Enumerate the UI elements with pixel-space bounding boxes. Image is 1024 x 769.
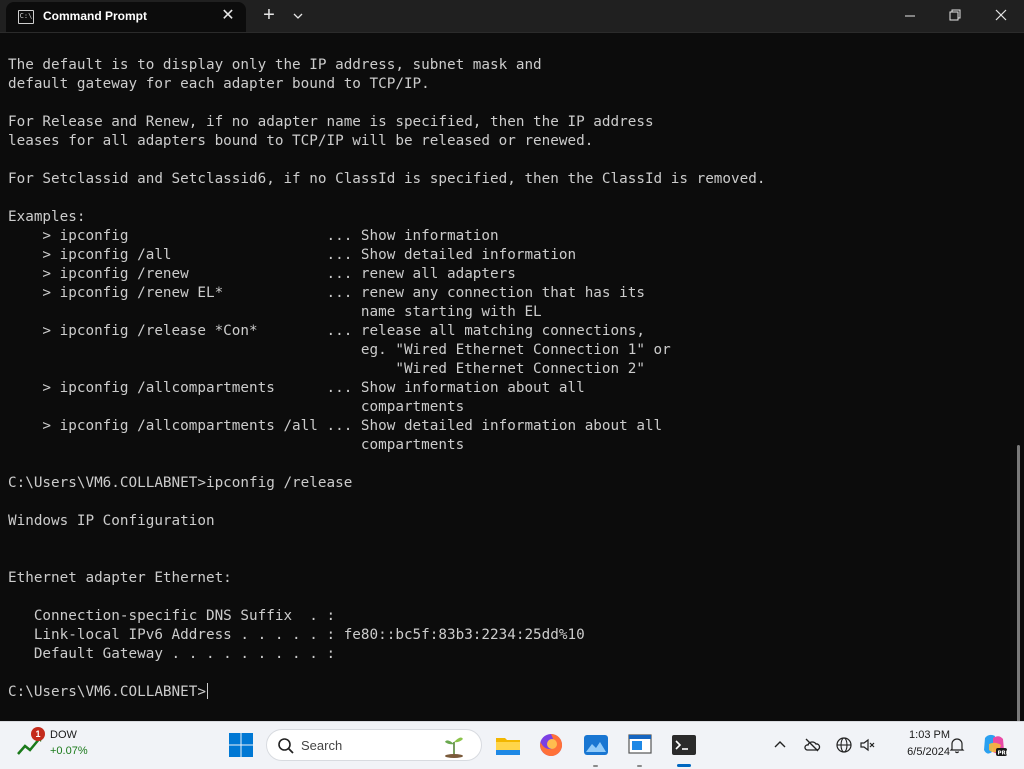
file-explorer-button[interactable] bbox=[493, 730, 523, 760]
console-line: Examples: bbox=[8, 209, 86, 225]
notifications-button[interactable] bbox=[948, 736, 966, 754]
chevron-up-icon bbox=[774, 741, 786, 748]
stock-change: +0.07% bbox=[50, 745, 88, 757]
maximize-button[interactable] bbox=[932, 0, 978, 32]
window-app-icon bbox=[628, 734, 652, 754]
bell-icon bbox=[949, 738, 965, 754]
chevron-down-icon bbox=[293, 13, 303, 19]
show-hidden-icons-button[interactable] bbox=[771, 736, 789, 754]
firefox-icon bbox=[540, 733, 563, 756]
console-line: compartments bbox=[8, 399, 465, 415]
copilot-button[interactable]: PRE bbox=[979, 730, 1010, 760]
plant-highlight-icon bbox=[445, 737, 463, 758]
notification-badge: 1 bbox=[31, 727, 45, 741]
tab-title: Command Prompt bbox=[43, 9, 148, 23]
close-icon bbox=[995, 9, 1007, 21]
console-output-area[interactable]: The default is to display only the IP ad… bbox=[0, 33, 1014, 721]
active-app-indicator bbox=[677, 764, 691, 767]
terminal-button[interactable] bbox=[669, 730, 699, 760]
console-line: name starting with EL bbox=[8, 304, 542, 320]
console-line: compartments bbox=[8, 437, 465, 453]
photos-icon bbox=[584, 735, 608, 755]
firefox-button[interactable] bbox=[536, 730, 566, 760]
title-bar: C:\ Command Prompt ✕ + bbox=[0, 0, 1024, 33]
speaker-muted-icon bbox=[860, 738, 875, 752]
console-line: leases for all adapters bound to TCP/IP … bbox=[8, 133, 594, 149]
console-line: > ipconfig /renew EL* ... renew any conn… bbox=[8, 285, 645, 301]
console-line: Ethernet adapter Ethernet: bbox=[8, 570, 232, 586]
console-line: > ipconfig /all ... Show detailed inform… bbox=[8, 247, 577, 263]
stock-name: DOW bbox=[50, 729, 77, 741]
folder-icon bbox=[496, 738, 520, 755]
scrollbar[interactable] bbox=[1014, 33, 1024, 735]
command-prompt-icon: C:\ bbox=[18, 10, 34, 24]
console-line: The default is to display only the IP ad… bbox=[8, 57, 542, 73]
console-line: Default Gateway . . . . . . . . . : bbox=[8, 646, 336, 662]
console-line: C:\Users\VM6.COLLABNET>ipconfig /release bbox=[8, 475, 353, 491]
search-icon bbox=[278, 738, 294, 754]
start-button[interactable] bbox=[226, 730, 256, 760]
console-line: > ipconfig ... Show information bbox=[8, 228, 499, 244]
close-tab-icon[interactable]: ✕ bbox=[219, 7, 237, 25]
console-line: > ipconfig /allcompartments ... Show inf… bbox=[8, 380, 585, 396]
volume-button[interactable] bbox=[859, 736, 877, 754]
command-prompt-line[interactable]: C:\Users\VM6.COLLABNET> bbox=[8, 684, 206, 700]
console-line: eg. "Wired Ethernet Connection 1" or bbox=[8, 342, 671, 358]
scrollbar-thumb[interactable] bbox=[1017, 445, 1020, 735]
terminal-icon bbox=[672, 735, 696, 755]
clock[interactable]: 1:03 PM 6/5/2024 bbox=[878, 727, 950, 761]
svg-text:PRE: PRE bbox=[998, 751, 1010, 757]
clock-time: 1:03 PM bbox=[909, 729, 950, 741]
console-line: > ipconfig /release *Con* ... release al… bbox=[8, 323, 645, 339]
photos-app-button[interactable] bbox=[581, 730, 611, 760]
windows-logo-icon bbox=[229, 733, 253, 757]
minimize-icon bbox=[905, 15, 915, 17]
stock-widget[interactable]: 1 DOW +0.07% bbox=[16, 727, 126, 764]
remote-desktop-button[interactable] bbox=[625, 730, 655, 760]
console-line: > ipconfig /allcompartments /all ... Sho… bbox=[8, 418, 663, 434]
console-line: > ipconfig /renew ... renew all adapters bbox=[8, 266, 516, 282]
console-line: "Wired Ethernet Connection 2" bbox=[8, 361, 645, 377]
tab-dropdown-button[interactable] bbox=[288, 6, 308, 26]
globe-icon bbox=[836, 737, 852, 753]
console-line: Connection-specific DNS Suffix . : bbox=[8, 608, 336, 624]
console-line: default gateway for each adapter bound t… bbox=[8, 76, 430, 92]
console-text: The default is to display only the IP ad… bbox=[8, 57, 765, 662]
copilot-icon: PRE bbox=[984, 734, 1010, 757]
taskbar-search[interactable]: Search bbox=[266, 729, 482, 761]
running-indicator bbox=[637, 765, 642, 767]
clock-date: 6/5/2024 bbox=[907, 746, 950, 758]
minimize-button[interactable] bbox=[888, 0, 934, 32]
new-tab-button[interactable]: + bbox=[258, 5, 280, 27]
close-button[interactable] bbox=[978, 0, 1024, 32]
tab-command-prompt[interactable]: C:\ Command Prompt ✕ bbox=[6, 2, 246, 32]
cloud-offline-icon bbox=[804, 738, 821, 752]
console-line: For Setclassid and Setclassid6, if no Cl… bbox=[8, 171, 766, 187]
console-line: Link-local IPv6 Address . . . . . : fe80… bbox=[8, 627, 585, 643]
search-label: Search bbox=[301, 738, 343, 753]
onedrive-button[interactable] bbox=[803, 736, 821, 754]
network-button[interactable] bbox=[835, 736, 853, 754]
console-line: Windows IP Configuration bbox=[8, 513, 215, 529]
restore-icon bbox=[949, 9, 961, 21]
text-cursor bbox=[206, 683, 208, 699]
running-indicator bbox=[593, 765, 598, 767]
taskbar: 1 DOW +0.07% Search 1:03 PM 6/5/2024 PRE bbox=[0, 721, 1024, 769]
console-line: For Release and Renew, if no adapter nam… bbox=[8, 114, 654, 130]
